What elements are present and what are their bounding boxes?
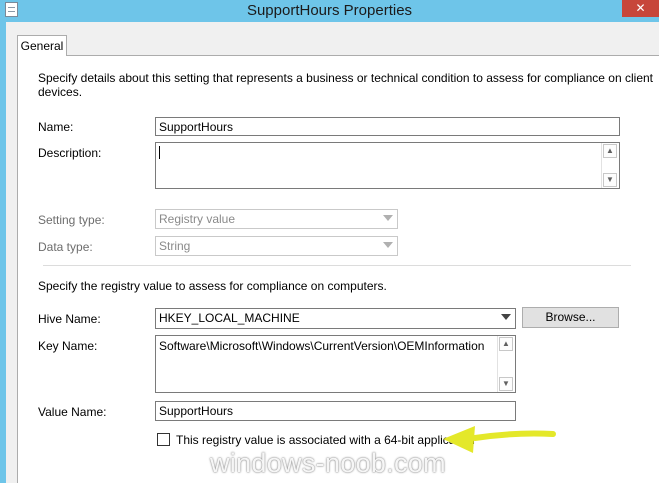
annotation-arrow-icon bbox=[443, 426, 556, 453]
scroll-down-icon[interactable]: ▼ bbox=[499, 377, 513, 391]
name-field[interactable]: SupportHours bbox=[155, 117, 620, 136]
data-type-label: Data type: bbox=[38, 240, 93, 254]
title-bar: SupportHours Properties ✕ bbox=[0, 0, 659, 22]
setting-type-select: Registry value bbox=[155, 209, 398, 229]
value-name-label: Value Name: bbox=[38, 405, 107, 419]
tab-general[interactable]: General bbox=[17, 35, 67, 56]
key-name-value: Software\Microsoft\Windows\CurrentVersio… bbox=[159, 339, 485, 353]
intro-text-cont: devices. bbox=[38, 85, 83, 99]
64-bit-checkbox-label[interactable]: This registry value is associated with a… bbox=[176, 433, 475, 447]
general-tab-panel: Specify details about this setting that … bbox=[17, 55, 659, 483]
chevron-down-icon bbox=[383, 215, 393, 221]
chevron-down-icon bbox=[383, 242, 393, 248]
scroll-down-icon[interactable]: ▼ bbox=[603, 173, 617, 187]
description-scrollbar[interactable]: ▲ ▼ bbox=[601, 143, 619, 188]
scroll-up-icon[interactable]: ▲ bbox=[499, 337, 513, 351]
arrow-shaft bbox=[472, 430, 556, 441]
browse-button[interactable]: Browse... bbox=[522, 307, 619, 328]
registry-intro-text: Specify the registry value to assess for… bbox=[38, 279, 387, 293]
key-name-field[interactable]: Software\Microsoft\Windows\CurrentVersio… bbox=[155, 335, 516, 393]
description-field[interactable]: ▲ ▼ bbox=[155, 142, 620, 189]
hive-name-value: HKEY_LOCAL_MACHINE bbox=[159, 311, 300, 325]
intro-text: Specify details about this setting that … bbox=[38, 71, 654, 85]
chevron-down-icon bbox=[501, 314, 511, 320]
key-name-label: Key Name: bbox=[38, 339, 98, 353]
name-label: Name: bbox=[38, 120, 74, 134]
close-button[interactable]: ✕ bbox=[622, 0, 659, 17]
data-type-select: String bbox=[155, 236, 398, 256]
text-cursor bbox=[159, 146, 160, 159]
window-title: SupportHours Properties bbox=[246, 2, 413, 19]
64-bit-checkbox[interactable] bbox=[157, 433, 170, 446]
watermark-text: windows-noob.com bbox=[210, 448, 446, 478]
arrow-head bbox=[443, 426, 475, 453]
data-type-value: String bbox=[159, 239, 191, 253]
scroll-up-icon[interactable]: ▲ bbox=[603, 144, 617, 158]
key-name-scrollbar[interactable]: ▲ ▼ bbox=[497, 336, 515, 392]
setting-type-value: Registry value bbox=[159, 212, 236, 226]
setting-type-label: Setting type: bbox=[38, 213, 105, 227]
hive-name-select[interactable]: HKEY_LOCAL_MACHINE bbox=[155, 308, 516, 329]
dialog-client-area: General Specify details about this setti… bbox=[6, 22, 659, 483]
section-divider bbox=[43, 265, 631, 266]
description-label: Description: bbox=[38, 146, 102, 160]
hive-name-label: Hive Name: bbox=[38, 312, 101, 326]
